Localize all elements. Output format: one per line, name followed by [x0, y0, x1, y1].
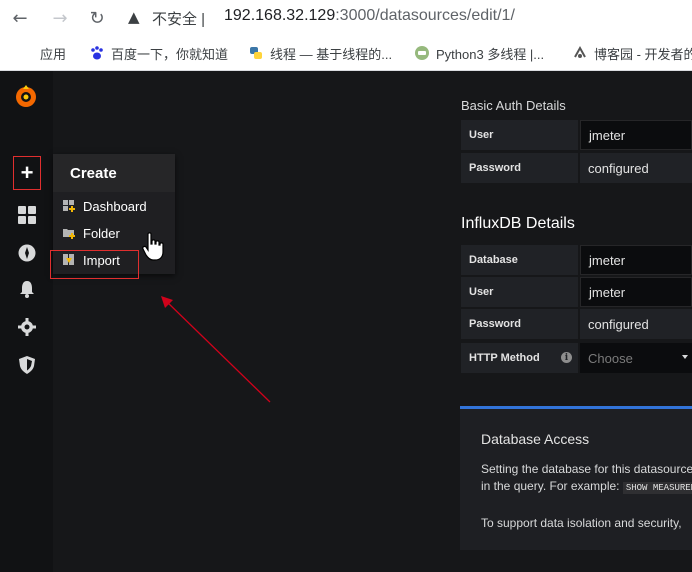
influx-database-input[interactable]: jmeter: [580, 245, 692, 275]
basic-auth-user-label: User: [461, 120, 578, 150]
info-icon[interactable]: i: [561, 352, 572, 363]
alerting-bell-icon[interactable]: [13, 275, 41, 303]
influx-user-label: User: [461, 277, 578, 307]
database-access-text-3: To support data isolation and security,: [481, 516, 682, 530]
influx-user-input[interactable]: jmeter: [580, 277, 692, 307]
menu-item-dashboard[interactable]: Dashboard: [63, 196, 147, 216]
runoob-logo-icon: [414, 45, 430, 61]
basic-auth-password-value[interactable]: configured: [580, 153, 692, 183]
bookmark-threading[interactable]: 线程 — 基于线程的...: [248, 44, 392, 62]
reload-icon[interactable]: ↻: [85, 6, 109, 30]
folder-plus-icon: [63, 227, 75, 239]
grafana-logo-icon[interactable]: [13, 83, 39, 109]
http-method-label: HTTP Method i: [461, 343, 578, 373]
influxdb-heading: InfluxDB Details: [461, 215, 575, 232]
basic-auth-password-label: Password: [461, 153, 578, 183]
bookmarks-bar: 应用 百度一下，你就知道 线程 — 基于线程的... Python3 多线程 |…: [0, 38, 692, 68]
bookmark-cnblogs[interactable]: 博客园 - 开发者的: [572, 44, 692, 62]
bookmark-apps[interactable]: 应用: [18, 44, 66, 62]
influx-password-label: Password: [461, 309, 578, 339]
back-arrow-icon[interactable]: ←: [8, 6, 32, 30]
influx-database-label: Database: [461, 245, 578, 275]
red-arrow-annotation: [161, 296, 271, 403]
explore-compass-icon[interactable]: [13, 239, 41, 267]
dashboards-icon[interactable]: [13, 201, 41, 229]
apps-grid-icon: [18, 45, 34, 61]
bookmark-baidu[interactable]: 百度一下，你就知道: [89, 44, 228, 62]
hand-cursor-icon: [142, 232, 164, 261]
create-menu-title: Create: [70, 165, 117, 182]
cnblogs-logo-icon: [572, 45, 588, 61]
baidu-paw-icon: [89, 45, 105, 61]
security-label[interactable]: 不安全 |: [152, 8, 205, 29]
basic-auth-heading: Basic Auth Details: [461, 98, 566, 113]
address-bar[interactable]: 192.168.32.129:3000/datasources/edit/1/: [224, 7, 515, 25]
server-admin-shield-icon[interactable]: [13, 351, 41, 379]
database-access-title: Database Access: [481, 431, 590, 447]
bookmark-python3[interactable]: Python3 多线程 |...: [414, 44, 544, 62]
database-access-panel: Database Access Setting the database for…: [460, 406, 692, 550]
http-method-select[interactable]: Choose: [580, 343, 692, 373]
menu-item-folder[interactable]: Folder: [63, 223, 120, 243]
dashboard-plus-icon: [63, 200, 75, 212]
warning-icon[interactable]: ▲: [128, 8, 140, 26]
browser-chrome: ← → ↻ ▲ 不安全 | 192.168.32.129:3000/dataso…: [0, 0, 692, 71]
create-plus-icon[interactable]: +: [13, 156, 41, 190]
browser-toolbar: ← → ↻ ▲ 不安全 | 192.168.32.129:3000/dataso…: [0, 0, 692, 36]
database-access-text-2: in the query. For example: SHOW MEASUREM…: [481, 478, 692, 496]
code-snippet: SHOW MEASUREMENTS: [622, 482, 692, 494]
database-access-text-1: Setting the database for this datasource: [481, 462, 692, 476]
configuration-gear-icon[interactable]: [13, 313, 41, 341]
basic-auth-user-input[interactable]: jmeter: [580, 120, 692, 150]
create-menu-header: Create: [53, 154, 175, 192]
influx-password-value[interactable]: configured: [580, 309, 692, 339]
python-logo-icon: [248, 45, 264, 61]
forward-arrow-icon[interactable]: →: [48, 6, 72, 30]
grafana-sidebar: [0, 71, 53, 572]
caret-down-icon: [682, 355, 688, 359]
import-highlight-box: [50, 250, 139, 279]
